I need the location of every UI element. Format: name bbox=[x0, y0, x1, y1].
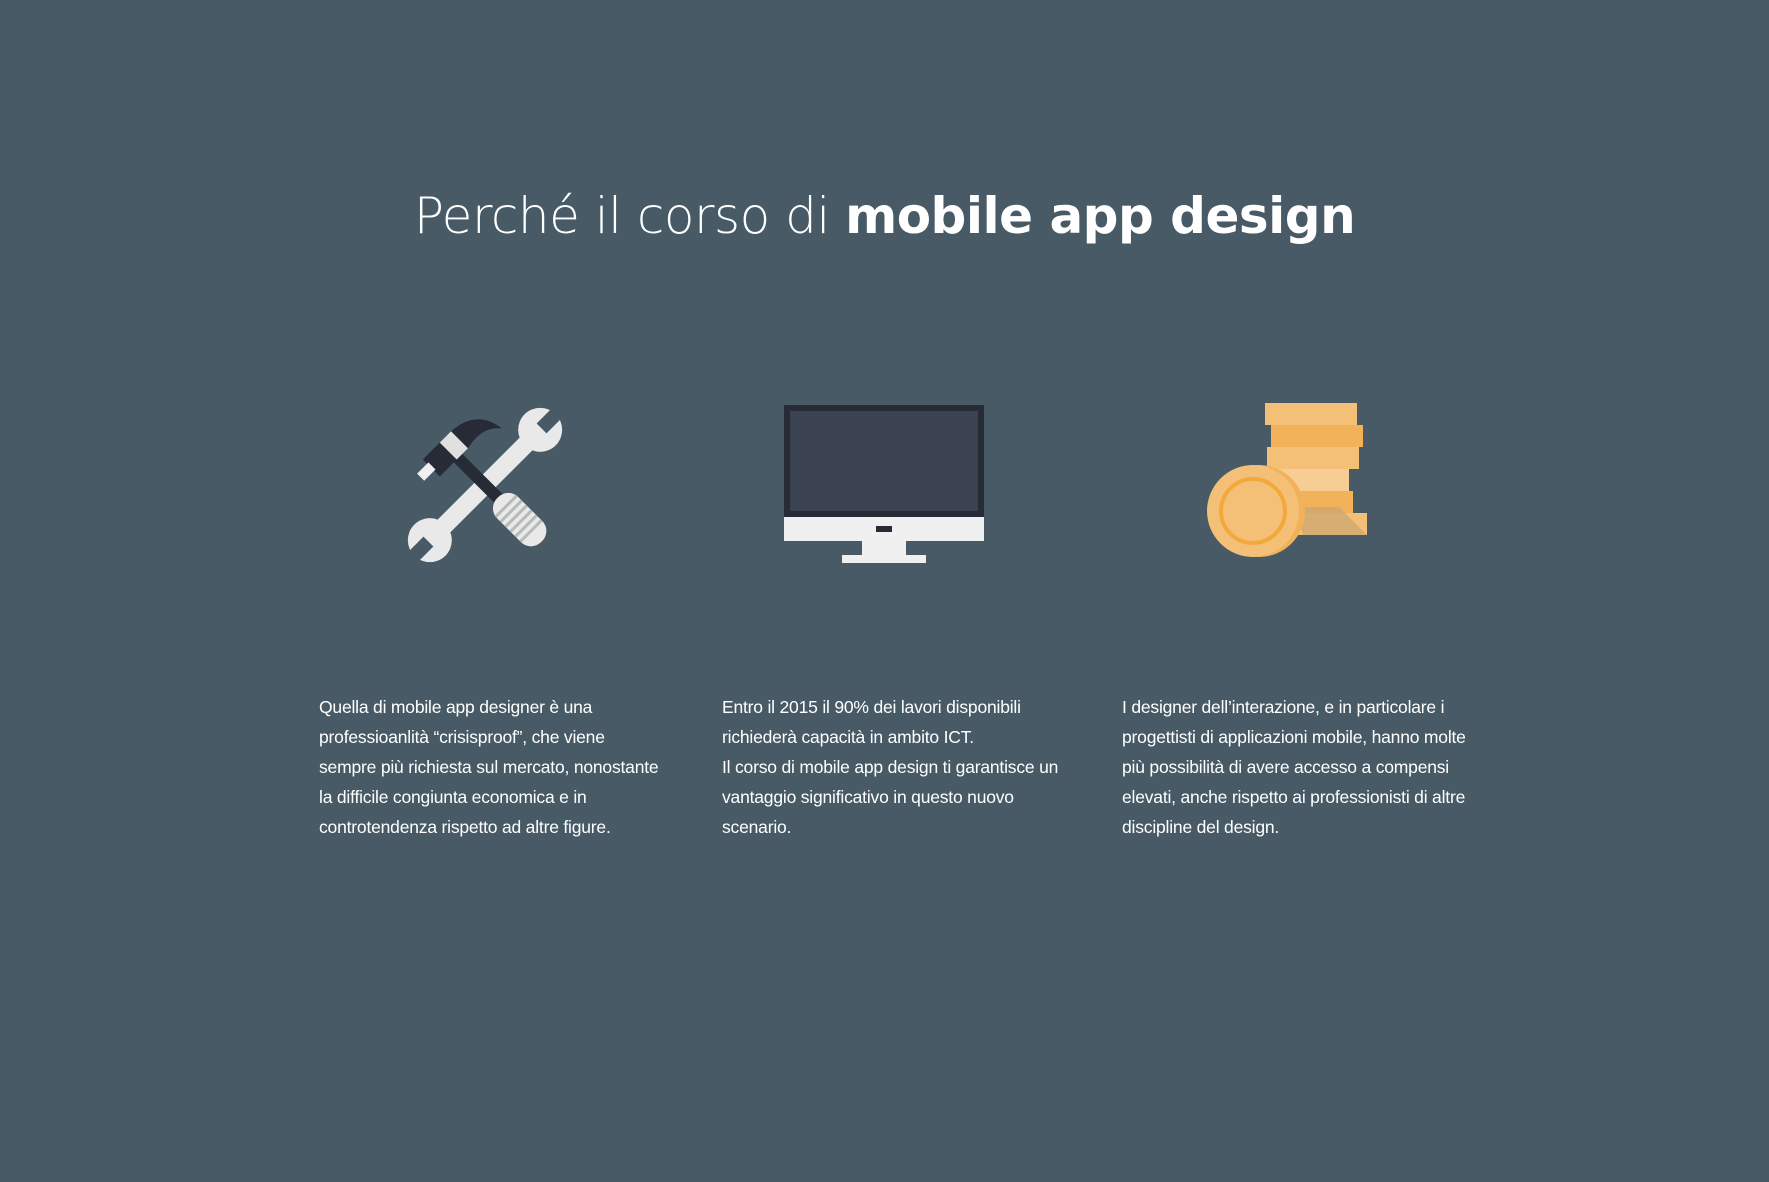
feature-tools-text: Quella di mobile app designer è una prof… bbox=[319, 692, 664, 842]
tools-icon bbox=[385, 395, 585, 575]
coins-icon bbox=[1203, 395, 1403, 575]
feature-monitor-text: Entro il 2015 il 90% dei lavori disponib… bbox=[722, 692, 1067, 842]
feature-monitor-paragraph-1: Entro il 2015 il 90% dei lavori disponib… bbox=[722, 697, 1021, 747]
feature-monitor-paragraph-2: Il corso di mobile app design ti garanti… bbox=[722, 757, 1059, 837]
page-title: Perché il corso di mobile app design bbox=[0, 176, 1769, 256]
page-title-bold: mobile app design bbox=[845, 187, 1356, 245]
feature-tools-paragraph: Quella di mobile app designer è una prof… bbox=[319, 697, 659, 837]
monitor-icon bbox=[784, 395, 984, 575]
feature-coins-paragraph: I designer dell’interazione, e in partic… bbox=[1122, 697, 1466, 837]
page-title-light: Perché il corso di bbox=[413, 187, 846, 245]
feature-coins-text: I designer dell’interazione, e in partic… bbox=[1122, 692, 1467, 842]
